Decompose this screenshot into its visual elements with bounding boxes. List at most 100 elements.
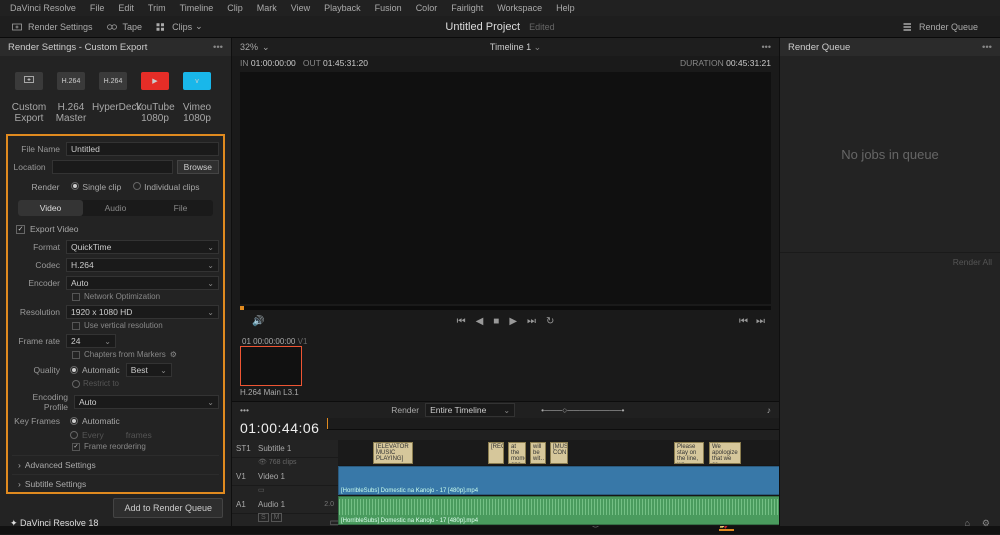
subtitle-clip[interactable]: [RECC… [488, 442, 504, 464]
subtitle-clip[interactable]: Please stay on the line, we value… [674, 442, 704, 464]
youtube-icon: ▶ [141, 72, 169, 90]
location-input[interactable] [52, 160, 173, 174]
subtitle-settings-toggle[interactable]: Subtitle Settings [12, 474, 219, 493]
export-video-label: Export Video [30, 224, 79, 234]
render-all-button[interactable]: Render All [780, 252, 1000, 526]
resolution-select[interactable]: 1920 x 1080 HD [66, 305, 219, 319]
clip-thumbnail[interactable] [240, 346, 302, 386]
menu-fairlight[interactable]: Fairlight [451, 3, 483, 13]
vimeo-icon: v [183, 72, 211, 90]
preset-custom[interactable] [8, 64, 50, 98]
timeline-ruler[interactable] [327, 418, 779, 430]
music-note-icon[interactable]: ♪ [767, 405, 771, 415]
subtitle-clip[interactable]: will be wit… [530, 442, 546, 464]
menu-fusion[interactable]: Fusion [375, 3, 402, 13]
stop-icon[interactable]: ■ [493, 316, 499, 327]
tape-toggle[interactable]: Tape [105, 20, 143, 34]
zoom-dropdown[interactable]: 32%⌄ [240, 42, 270, 53]
play-icon[interactable]: ▶ [509, 316, 517, 327]
eye-icon[interactable]: 👁 [258, 459, 267, 466]
queue-icon [901, 20, 915, 34]
jump-end-icon[interactable]: ⏭ [527, 316, 536, 327]
filename-input[interactable] [66, 142, 219, 156]
menu-mark[interactable]: Mark [257, 3, 277, 13]
subtitle-clip[interactable]: at the moment one… [508, 442, 526, 464]
playhead-indicator[interactable] [327, 418, 328, 429]
jump-start-icon[interactable]: ⏮ [457, 316, 466, 327]
settings-box-highlight: File Name Location Browse Render Single … [6, 134, 225, 494]
track-header-v1[interactable]: V1Video 1 [232, 468, 338, 486]
subtitle-clip[interactable]: We apologize that we ar… [709, 442, 741, 464]
preset-h264-master[interactable]: H.264 [50, 64, 92, 98]
settings-gear-icon[interactable]: ⚙ [982, 518, 990, 529]
mute-video-icon[interactable]: ▭ [258, 487, 265, 494]
playhead-bar[interactable] [240, 306, 771, 310]
preset-hyperdeck-label: HyperDeck [92, 102, 134, 113]
clips-toggle[interactable]: Clips ⌄ [154, 20, 203, 34]
advanced-settings-toggle[interactable]: Advanced Settings [12, 455, 219, 474]
subtitle-clip[interactable]: [ELEVATOR MUSIC PLAYING] [373, 442, 413, 464]
timeline-options-icon[interactable]: ••• [240, 405, 249, 415]
tab-video[interactable]: Video [18, 200, 83, 216]
frame-reorder-check[interactable]: Frame reordering [12, 442, 219, 451]
step-back-icon[interactable]: ◀ [476, 316, 484, 327]
preset-youtube[interactable]: ▶ [134, 64, 176, 98]
volume-icon[interactable]: 🔊 [252, 316, 264, 327]
timeline-area: ••• Render Entire Timeline •───○────────… [232, 401, 779, 526]
menu-view[interactable]: View [291, 3, 310, 13]
track-header-st1[interactable]: ST1Subtitle 1 [232, 440, 338, 458]
viewer-options-icon[interactable]: ••• [762, 42, 771, 52]
home-icon[interactable]: ⌂ [964, 518, 969, 529]
keyframes-every-label: Every [82, 430, 104, 440]
quality-select[interactable]: Best [126, 363, 172, 377]
loop-icon[interactable]: ↻ [546, 316, 554, 327]
encoder-select[interactable]: Auto [66, 276, 219, 290]
format-select[interactable]: QuickTime [66, 240, 219, 254]
encoder-label: Encoder [12, 278, 66, 288]
track-content[interactable]: [ELEVATOR MUSIC PLAYING] [RECC…at the mom… [338, 440, 779, 526]
prev-clip-icon[interactable]: ⏮ [739, 316, 748, 327]
video-viewer[interactable] [240, 72, 771, 304]
vertical-res-check[interactable]: Use vertical resolution [12, 321, 219, 330]
menu-playback[interactable]: Playback [324, 3, 361, 13]
network-opt-check[interactable]: Network Optimization [12, 292, 219, 301]
video-clip-filename: [HorribleSubs] Domestic na Kanojo - 17 [… [341, 488, 478, 494]
menu-workspace[interactable]: Workspace [497, 3, 542, 13]
render-range-select[interactable]: Entire Timeline [425, 403, 515, 417]
subtitle-clip[interactable]: [MUSI CON… [550, 442, 568, 464]
framerate-select[interactable]: 24 [66, 334, 116, 348]
render-settings-toggle[interactable]: Render Settings [10, 20, 93, 34]
menu-clip[interactable]: Clip [227, 3, 243, 13]
keyframes-auto-radio[interactable] [70, 417, 78, 425]
menu-timeline[interactable]: Timeline [180, 3, 214, 13]
queue-options-icon[interactable]: ••• [982, 42, 992, 53]
tab-audio[interactable]: Audio [83, 200, 148, 216]
panel-options-icon[interactable]: ••• [213, 42, 223, 53]
project-title-text: Untitled Project [445, 21, 520, 33]
restrict-radio[interactable] [72, 380, 80, 388]
track-header-a1[interactable]: A1Audio 12.0 [232, 496, 338, 514]
menu-color[interactable]: Color [416, 3, 438, 13]
export-video-check[interactable]: Export Video [12, 222, 219, 240]
enc-profile-select[interactable]: Auto [74, 395, 219, 409]
menu-edit[interactable]: Edit [118, 3, 134, 13]
keyframes-every-radio[interactable] [70, 431, 78, 439]
render-individual-radio[interactable]: Individual clips [133, 182, 199, 192]
next-clip-icon[interactable]: ⏭ [756, 316, 765, 327]
codec-select[interactable]: H.264 [66, 258, 219, 272]
chapters-check[interactable]: Chapters from Markers⚙ [12, 350, 219, 359]
chapter-gear-icon[interactable]: ⚙ [170, 350, 177, 359]
preset-youtube-label: YouTube 1080p [134, 102, 176, 124]
tab-file[interactable]: File [148, 200, 213, 216]
preset-vimeo[interactable]: v [176, 64, 218, 98]
menu-trim[interactable]: Trim [148, 3, 166, 13]
render-single-radio[interactable]: Single clip [71, 182, 121, 192]
keyframes-label: Key Frames [12, 416, 66, 426]
preset-hyperdeck[interactable]: H.264 [92, 64, 134, 98]
menu-file[interactable]: File [90, 3, 105, 13]
browse-button[interactable]: Browse [177, 160, 219, 174]
render-queue-toggle[interactable]: Render Queue [901, 20, 978, 34]
menu-help[interactable]: Help [556, 3, 575, 13]
quality-auto-radio[interactable] [70, 366, 78, 374]
menu-davinci[interactable]: DaVinci Resolve [10, 3, 76, 13]
